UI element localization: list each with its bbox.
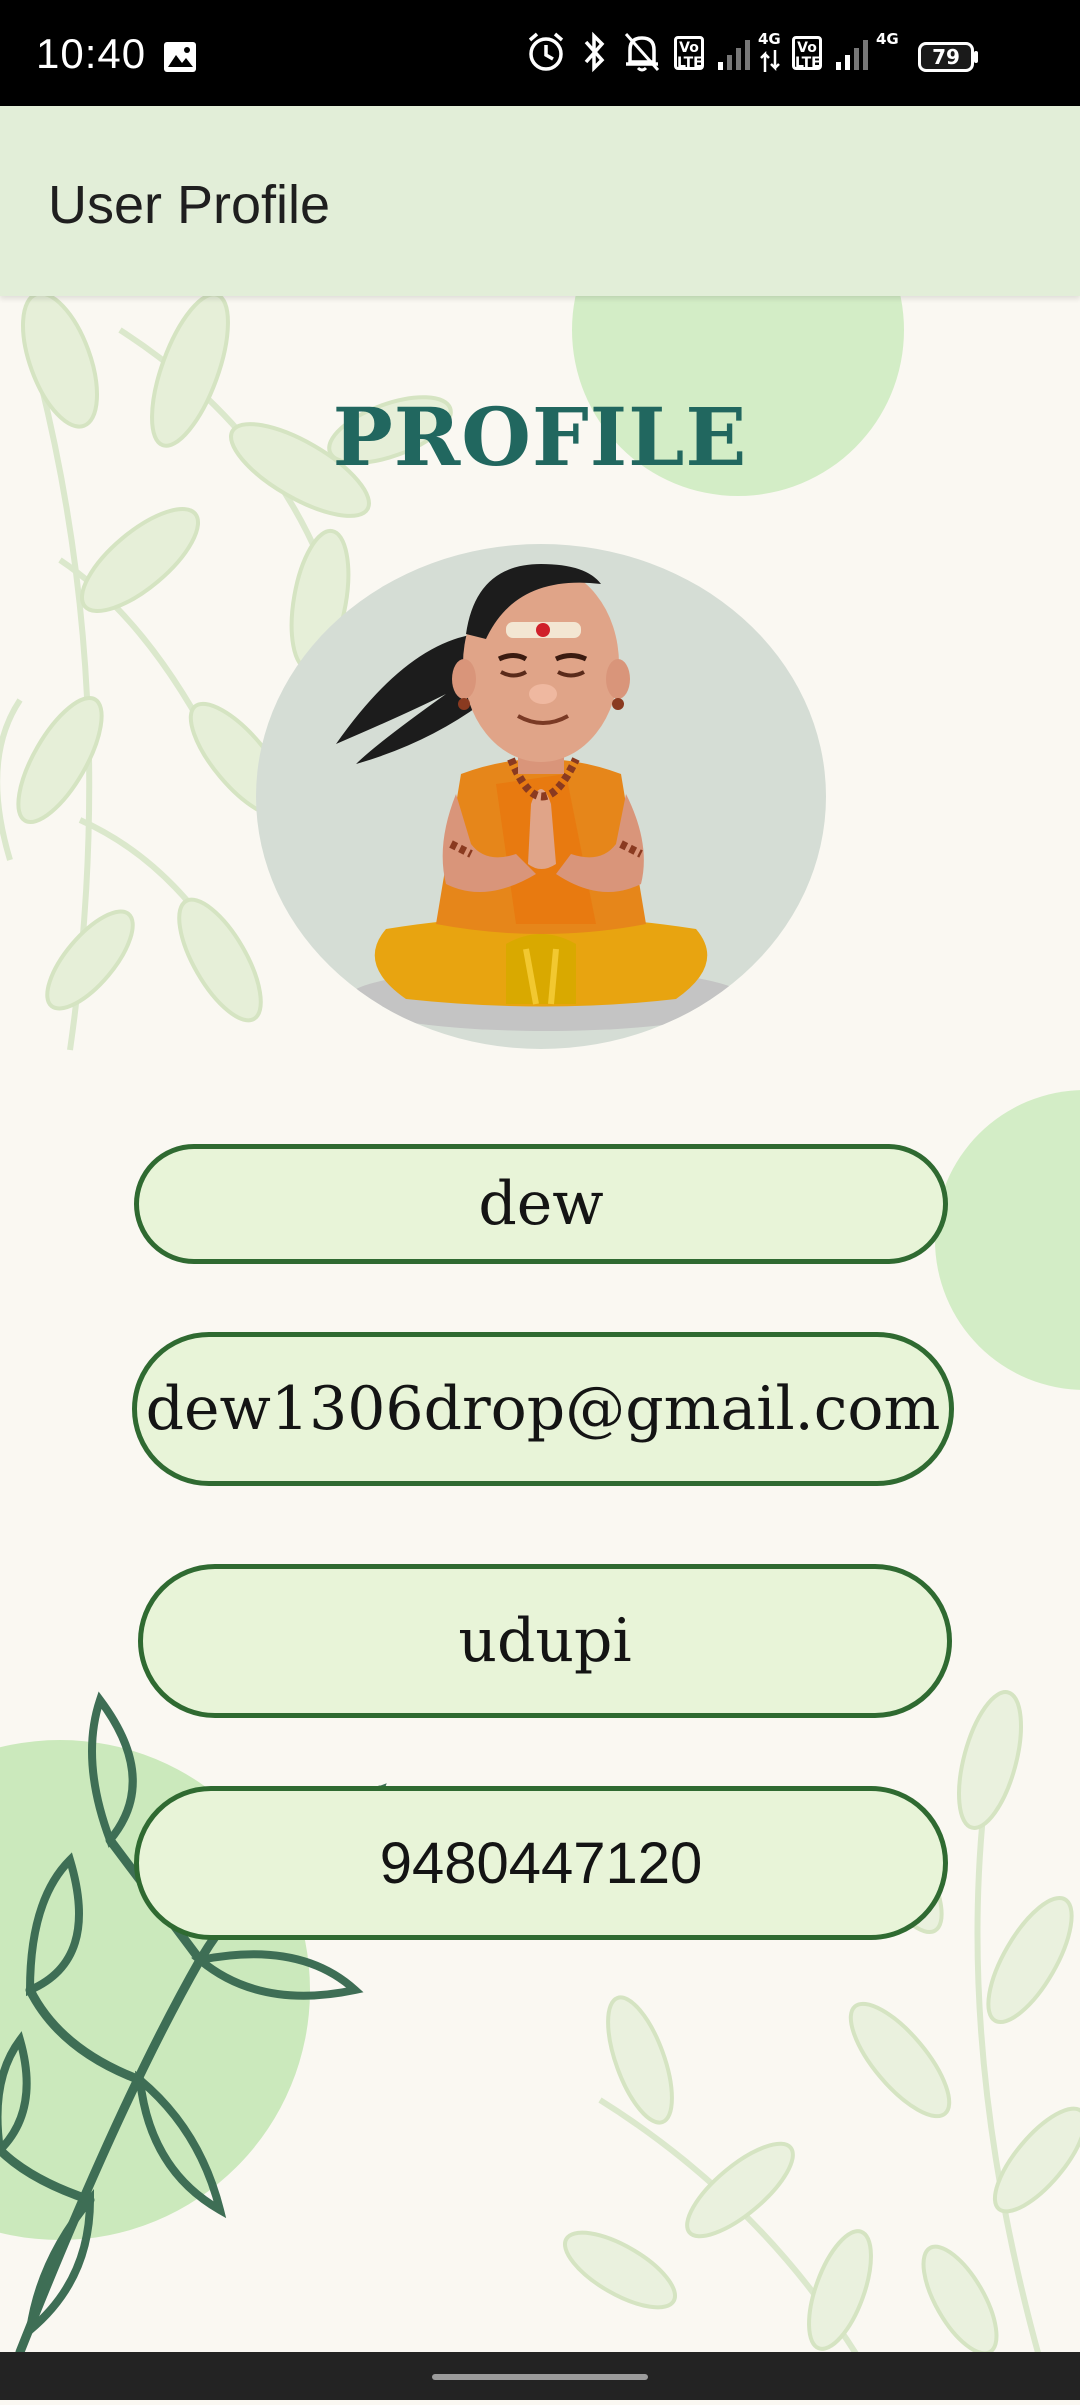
phone-field: 9480447120 bbox=[134, 1786, 948, 1940]
system-navigation-bar bbox=[0, 2352, 1080, 2400]
monk-illustration bbox=[336, 564, 746, 1031]
home-gesture-handle[interactable] bbox=[432, 2374, 648, 2380]
profile-content: PROFILE dew dew1306drop@gmail.com udupi … bbox=[0, 0, 1080, 2400]
email-field: dew1306drop@gmail.com bbox=[132, 1332, 954, 1486]
app-bar: User Profile bbox=[0, 106, 1080, 296]
page-heading: PROFILE bbox=[332, 390, 748, 484]
app-bar-title: User Profile bbox=[48, 175, 331, 235]
name-field: dew bbox=[134, 1144, 948, 1264]
avatar bbox=[256, 544, 826, 1049]
city-field: udupi bbox=[138, 1564, 952, 1718]
